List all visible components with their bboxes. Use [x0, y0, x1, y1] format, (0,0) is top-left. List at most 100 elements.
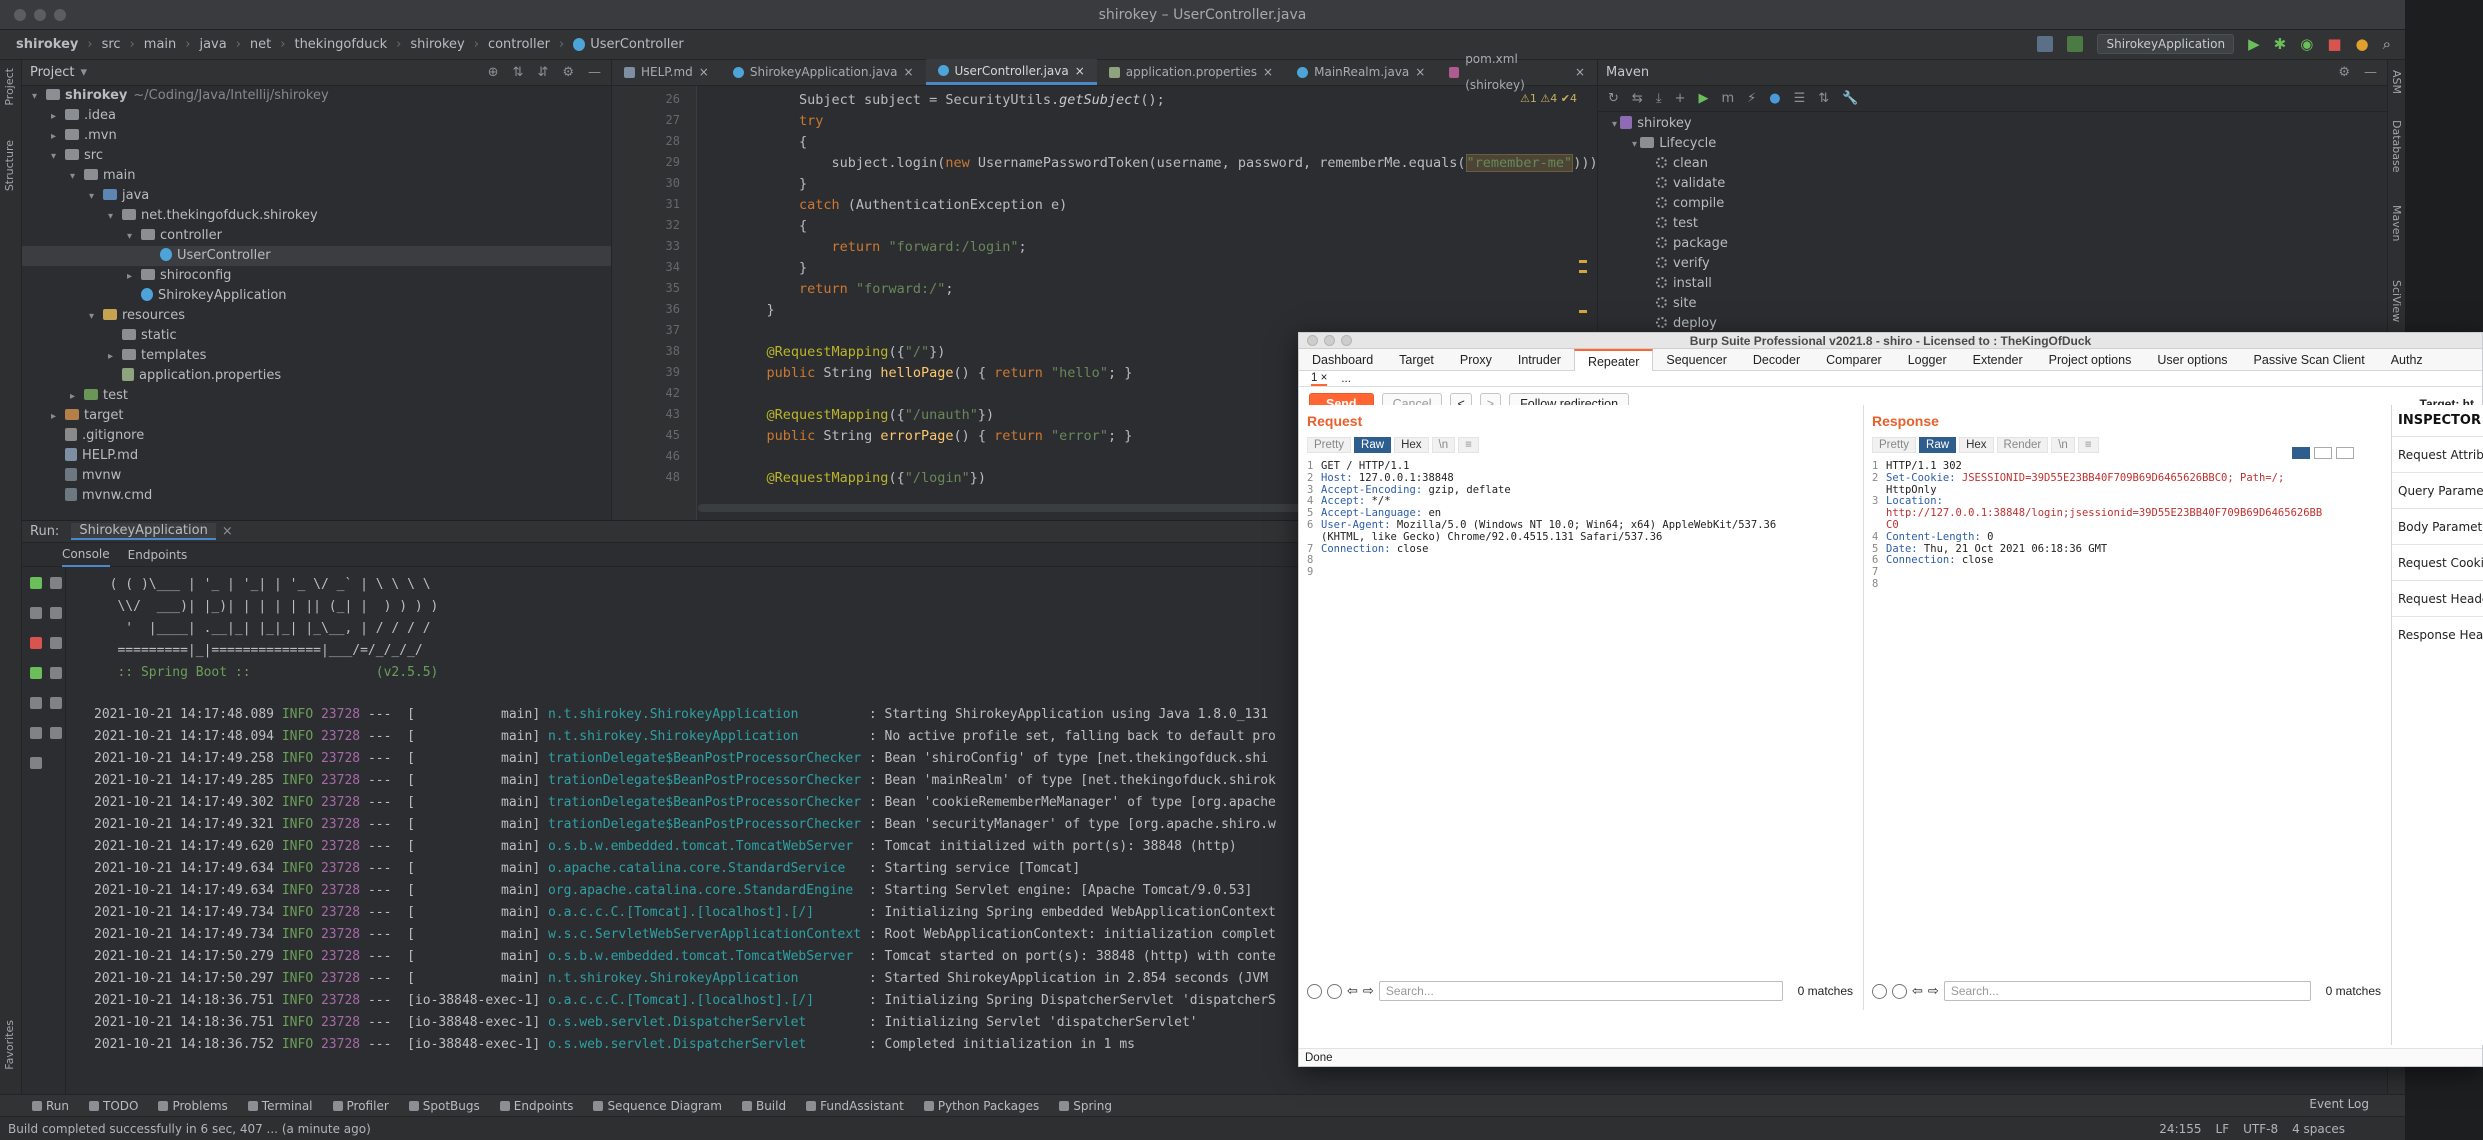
maven-goal[interactable]: clean — [1598, 154, 2387, 174]
inspector-item[interactable]: Body Parameters — [2392, 508, 2483, 544]
tree-item[interactable]: ▸ shiroconfig — [22, 266, 611, 286]
view-tab[interactable]: \n — [2051, 437, 2075, 453]
close-icon[interactable]: × — [1415, 59, 1425, 85]
code-line[interactable]: public String helloPage() { return "hell… — [734, 365, 1133, 381]
burp-tab[interactable]: Comparer — [1813, 349, 1895, 371]
sciview-tool-tab[interactable]: SciView — [2390, 280, 2403, 322]
back-nav-icon[interactable] — [2037, 36, 2054, 52]
chevron-icon[interactable]: ▸ — [127, 267, 141, 287]
split-vertical-icon[interactable] — [2314, 447, 2332, 459]
status-item[interactable]: 24:155 — [2159, 1122, 2201, 1136]
run-config-select[interactable]: ShirokeyApplication — [2097, 34, 2235, 54]
repeater-tab-1[interactable]: 1 × — [1311, 372, 1328, 386]
code-line[interactable]: @RequestMapping({"/"}) — [734, 344, 946, 360]
burp-tab[interactable]: Intruder — [1505, 349, 1574, 371]
request-search-input[interactable]: Search... — [1378, 981, 1783, 1001]
wrench-icon[interactable]: 🔧 — [1842, 91, 1858, 106]
tool-window-button[interactable]: Python Packages — [914, 1099, 1049, 1113]
log-line[interactable]: 2021-10-21 14:17:49.734 INFO 23728 --- [… — [94, 927, 1276, 942]
debug-icon[interactable]: ✱ — [2274, 35, 2287, 53]
editor-tab[interactable]: application.properties × — [1097, 59, 1285, 85]
down-icon[interactable] — [50, 607, 62, 619]
help-icon[interactable] — [1872, 983, 1887, 999]
code-line[interactable]: try — [734, 113, 823, 129]
inspector-item[interactable]: Request Attributes — [2392, 436, 2483, 472]
status-item[interactable]: LF — [2216, 1122, 2230, 1136]
log-line[interactable]: 2021-10-21 14:17:49.634 INFO 23728 --- [… — [94, 861, 1080, 876]
inspection-widget[interactable]: ⚠1 ⚠4 ✔4 — [1520, 92, 1577, 105]
stop-icon[interactable] — [30, 637, 42, 649]
next-icon[interactable]: ⇨ — [1928, 983, 1939, 999]
editor-tab[interactable]: UserController.java × — [925, 58, 1097, 85]
log-line[interactable]: 2021-10-21 14:18:36.752 INFO 23728 --- [… — [94, 1037, 1135, 1052]
tree-item[interactable]: ▾ controller — [22, 226, 611, 246]
breadcrumb-item[interactable]: › net — [227, 37, 272, 52]
build-status[interactable]: Build completed successfully in 6 sec, 4… — [8, 1122, 371, 1136]
tool-window-button[interactable]: Problems — [148, 1099, 237, 1113]
view-tab[interactable]: Hex — [1959, 437, 1994, 453]
locate-icon[interactable]: ⊕ — [488, 65, 499, 80]
dropdown-icon[interactable]: ▾ — [80, 65, 87, 80]
gear-icon[interactable] — [1892, 983, 1907, 999]
log-line[interactable]: 2021-10-21 14:17:48.094 INFO 23728 --- [… — [94, 729, 1276, 744]
minimize-dot-icon[interactable] — [34, 8, 46, 21]
response-search-input[interactable]: Search... — [1943, 981, 2311, 1001]
response-editor[interactable]: 1 HTTP/1.1 302 2 Set-Cookie: JSESSIONID=39D… — [1872, 460, 2385, 960]
chevron-icon[interactable]: ▸ — [51, 127, 65, 147]
inspector-item[interactable]: Response Headers — [2392, 616, 2483, 652]
maven-goal[interactable]: package — [1598, 234, 2387, 254]
close-icon[interactable]: × — [1075, 58, 1085, 84]
tree-item[interactable]: application.properties — [22, 366, 611, 386]
view-tab[interactable]: Raw — [1354, 437, 1392, 453]
stop-icon[interactable]: ■ — [2327, 35, 2341, 53]
soft-wrap-icon[interactable] — [50, 637, 62, 649]
code-line[interactable]: { — [734, 218, 807, 234]
maven-goal[interactable]: deploy — [1598, 314, 2387, 334]
breadcrumb-item[interactable]: shirokey — [16, 37, 78, 52]
close-icon[interactable]: × — [699, 59, 709, 85]
maven-m-icon[interactable]: m — [1721, 91, 1734, 106]
zoom-dot-icon[interactable] — [54, 8, 66, 21]
tree-item[interactable]: ▸ .mvn — [22, 126, 611, 146]
tabs-layout-icon[interactable] — [2336, 447, 2354, 459]
collapse-all-icon[interactable]: ⇅ — [513, 65, 524, 80]
maven-goal[interactable]: compile — [1598, 194, 2387, 214]
code-line[interactable]: catch (AuthenticationException e) — [734, 197, 1067, 213]
code-line[interactable]: return "forward:/"; — [734, 281, 953, 297]
breadcrumb-item[interactable]: › main — [121, 37, 177, 52]
log-line[interactable]: 2021-10-21 14:17:49.285 INFO 23728 --- [… — [94, 773, 1276, 788]
chevron-icon[interactable]: ▸ — [51, 407, 65, 427]
inspector-item[interactable]: Request Headers — [2392, 580, 2483, 616]
run-config-tab[interactable]: ShirokeyApplication — [71, 523, 216, 540]
tree-item[interactable]: ▸ .idea — [22, 106, 611, 126]
add-icon[interactable]: + — [1675, 91, 1686, 106]
camera-icon[interactable] — [30, 697, 42, 709]
request-editor[interactable]: 1 GET / HTTP/1.1 2 Host: 127.0.0.1:38848 3 Ac… — [1307, 460, 1857, 960]
tree-item[interactable]: mvnw.cmd — [22, 486, 611, 506]
tree-item[interactable]: mvnw — [22, 466, 611, 486]
reload-icon[interactable]: ↻ — [1608, 91, 1619, 106]
prev-icon[interactable]: ⇦ — [1347, 983, 1358, 999]
chevron-icon[interactable]: ▾ — [70, 167, 84, 187]
tool-window-button[interactable]: Profiler — [323, 1099, 399, 1113]
maven-goal[interactable]: test — [1598, 214, 2387, 234]
tool-window-button[interactable]: Sequence Diagram — [583, 1099, 732, 1113]
build-hammer-icon[interactable] — [2067, 36, 2084, 52]
log-line[interactable]: 2021-10-21 14:17:50.279 INFO 23728 --- [… — [94, 949, 1276, 964]
burp-tab[interactable]: Authz — [2378, 349, 2436, 371]
tool-window-button[interactable]: Endpoints — [490, 1099, 584, 1113]
burp-tab[interactable]: Logger — [1895, 349, 1960, 371]
tree-item[interactable]: static — [22, 326, 611, 346]
log-line[interactable]: 2021-10-21 14:18:36.751 INFO 23728 --- [… — [94, 1015, 1198, 1030]
editor-tab[interactable]: ShirokeyApplication.java × — [721, 59, 926, 85]
chevron-icon[interactable]: ▾ — [89, 187, 103, 207]
log-line[interactable]: 2021-10-21 14:17:49.734 INFO 23728 --- [… — [94, 905, 1276, 920]
toggle-offline-icon[interactable]: ⚡ — [1747, 91, 1756, 106]
tool-window-button[interactable]: Build — [732, 1099, 796, 1113]
view-tab[interactable]: Render — [1996, 437, 2049, 453]
burp-tab[interactable]: Passive Scan Client — [2241, 349, 2378, 371]
view-tab[interactable]: Pretty — [1307, 437, 1352, 453]
close-icon[interactable]: × — [1263, 59, 1273, 85]
log-line[interactable]: 2021-10-21 14:17:49.321 INFO 23728 --- [… — [94, 817, 1276, 832]
next-icon[interactable]: ⇨ — [1363, 983, 1374, 999]
